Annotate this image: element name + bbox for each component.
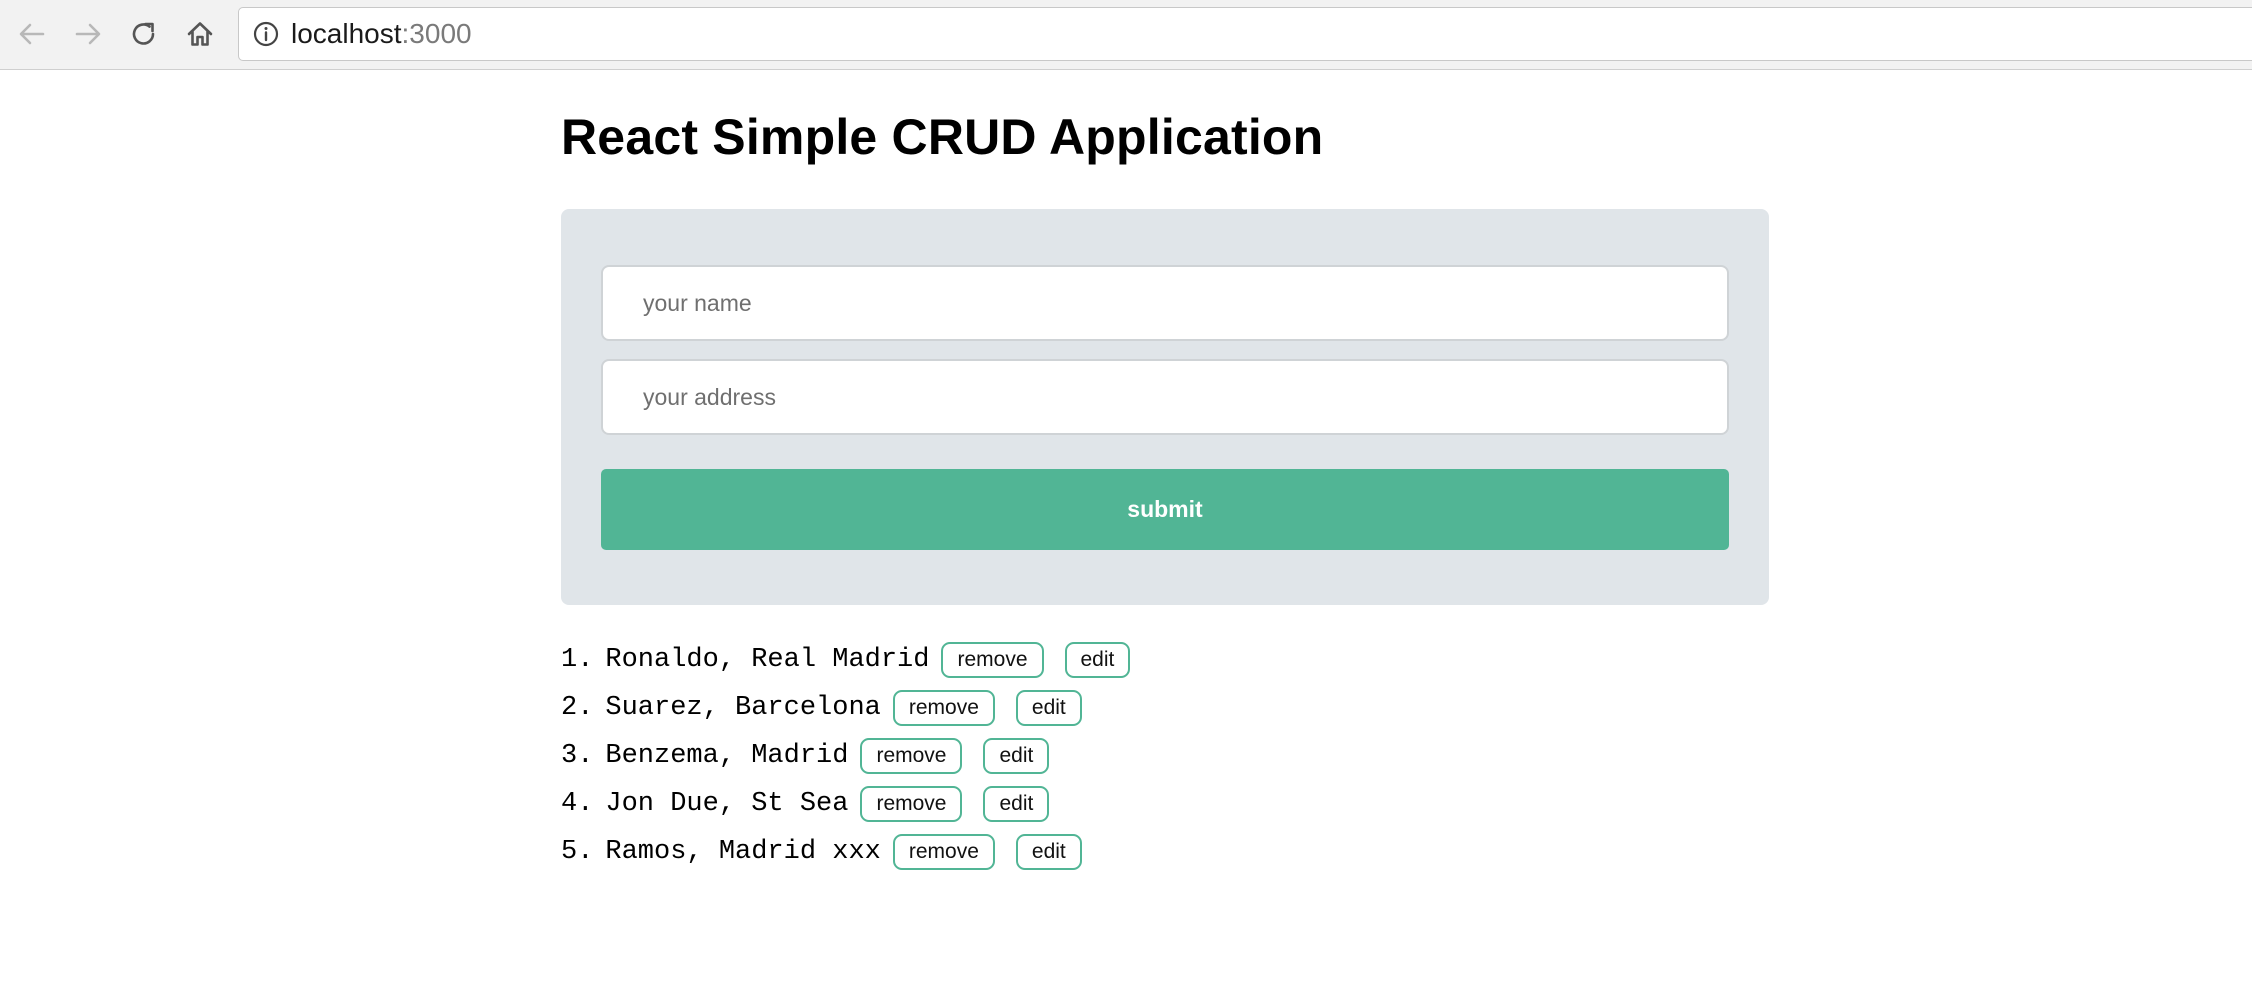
reload-icon bbox=[132, 22, 155, 45]
list-item-number: 2. bbox=[561, 693, 594, 723]
back-button[interactable] bbox=[12, 14, 52, 54]
edit-button[interactable]: edit bbox=[1015, 690, 1082, 726]
name-input[interactable] bbox=[601, 265, 1729, 341]
list-item-text: Ronaldo, Real Madrid bbox=[605, 645, 930, 675]
list-item-text: Benzema, Madrid bbox=[605, 741, 849, 771]
page-title: React Simple CRUD Application bbox=[561, 109, 1324, 165]
list-item-text: Ramos, Madrid xxx bbox=[605, 837, 881, 867]
form-panel: submit bbox=[561, 209, 1769, 605]
url-port: :3000 bbox=[401, 18, 472, 49]
home-icon bbox=[187, 22, 213, 46]
reload-button[interactable] bbox=[124, 14, 164, 54]
browser-toolbar: localhost:3000 bbox=[0, 0, 2252, 70]
remove-button[interactable]: remove bbox=[860, 738, 963, 774]
list-item-text: Jon Due, St Sea bbox=[605, 789, 849, 819]
forward-button[interactable] bbox=[68, 14, 108, 54]
player-list: 1. Ronaldo, Real Madrid remove edit 2. S… bbox=[561, 636, 1131, 876]
list-item: 4. Jon Due, St Sea remove edit bbox=[561, 780, 1130, 828]
address-bar[interactable]: localhost:3000 bbox=[238, 7, 2252, 61]
list-item-number: 1. bbox=[561, 645, 594, 675]
arrow-left-icon bbox=[19, 23, 45, 45]
list-item: 5. Ramos, Madrid xxx remove edit bbox=[561, 828, 1130, 876]
edit-button[interactable]: edit bbox=[983, 738, 1050, 774]
remove-button[interactable]: remove bbox=[941, 642, 1044, 678]
list-item-number: 5. bbox=[561, 837, 594, 867]
submit-button[interactable]: submit bbox=[601, 469, 1729, 550]
address-input[interactable] bbox=[601, 359, 1729, 435]
list-item: 3. Benzema, Madrid remove edit bbox=[561, 732, 1130, 780]
list-item-text: Suarez, Barcelona bbox=[605, 693, 881, 723]
list-item: 2. Suarez, Barcelona remove edit bbox=[561, 684, 1130, 732]
arrow-right-icon bbox=[75, 23, 101, 45]
url-text: localhost:3000 bbox=[291, 8, 472, 60]
remove-button[interactable]: remove bbox=[892, 834, 995, 870]
list-item-number: 4. bbox=[561, 789, 594, 819]
edit-button[interactable]: edit bbox=[1064, 642, 1131, 678]
remove-button[interactable]: remove bbox=[892, 690, 995, 726]
edit-button[interactable]: edit bbox=[983, 786, 1050, 822]
edit-button[interactable]: edit bbox=[1015, 834, 1082, 870]
remove-button[interactable]: remove bbox=[860, 786, 963, 822]
home-button[interactable] bbox=[180, 14, 220, 54]
list-item-number: 3. bbox=[561, 741, 594, 771]
url-host: localhost bbox=[291, 18, 402, 49]
list-item: 1. Ronaldo, Real Madrid remove edit bbox=[561, 636, 1131, 684]
info-icon[interactable] bbox=[253, 21, 279, 47]
